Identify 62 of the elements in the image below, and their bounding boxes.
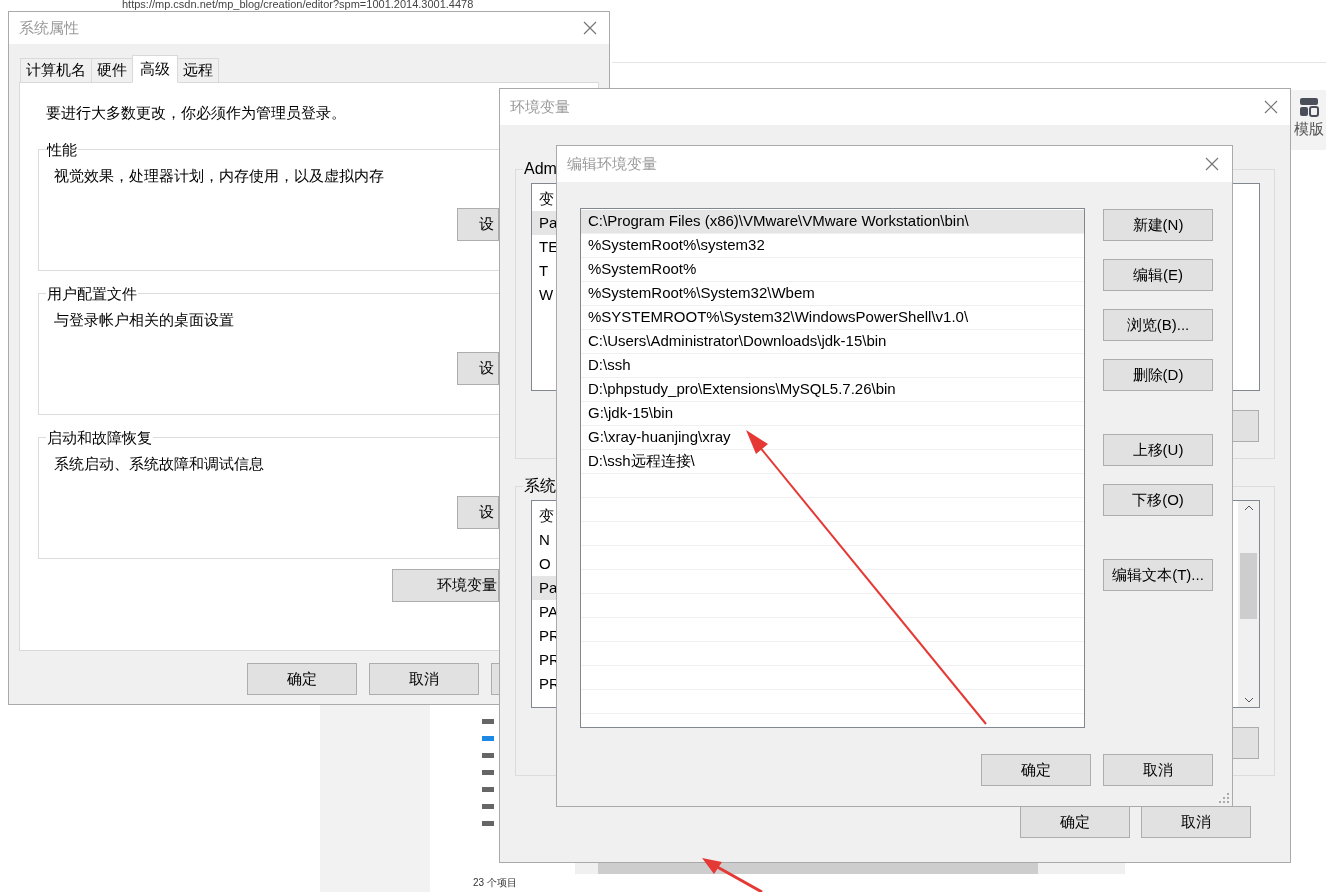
path-row[interactable]: %SYSTEMROOT%\System32\WindowsPowerShell\v1.0\ <box>581 306 1084 330</box>
cancel-button[interactable]: 取消 <box>369 663 479 695</box>
action-button[interactable]: 编辑(E) <box>1103 259 1213 291</box>
path-row[interactable]: C:\Program Files (x86)\VMware\VMware Workstation\bin\ <box>581 210 1084 234</box>
notice-text: 要进行大多数更改，你必须作为管理员登录。 <box>46 103 346 123</box>
path-row[interactable]: G:\jdk-15\bin <box>581 402 1084 426</box>
group-title: 性能 <box>46 139 78 160</box>
settings-button[interactable]: 设 <box>457 351 499 385</box>
action-button[interactable]: 编辑文本(T)... <box>1103 559 1213 591</box>
settings-button[interactable]: 设 <box>457 495 499 529</box>
action-button[interactable]: 浏览(B)... <box>1103 309 1213 341</box>
action-button[interactable]: 新建(N) <box>1103 209 1213 241</box>
path-row[interactable]: C:\Users\Administrator\Downloads\jdk-15\bin <box>581 330 1084 354</box>
window-title: 编辑环境变量 <box>567 153 657 174</box>
cancel-button[interactable]: 取消 <box>1103 754 1213 786</box>
window-title: 系统属性 <box>19 17 79 38</box>
list-row[interactable]: W <box>532 283 556 307</box>
list-row[interactable]: Pa <box>532 211 556 235</box>
layout-icon <box>1297 96 1320 118</box>
cancel-button[interactable]: 取消 <box>1141 806 1251 838</box>
annotation-arrow <box>702 858 763 892</box>
list-row[interactable]: T <box>532 259 556 283</box>
close-icon[interactable] <box>1204 156 1220 172</box>
path-row[interactable]: D:\phpstudy_pro\Extensions\MySQL5.7.26\bin <box>581 378 1084 402</box>
list-action-button[interactable] <box>1233 727 1259 759</box>
settings-button[interactable]: 设 <box>457 207 499 241</box>
ok-button[interactable]: 确定 <box>981 754 1091 786</box>
list-row[interactable]: O <box>532 552 556 576</box>
path-row[interactable]: %SystemRoot%\system32 <box>581 234 1084 258</box>
group-title: 用户配置文件 <box>46 283 138 304</box>
group-title: 启动和故障恢复 <box>46 427 153 448</box>
path-row[interactable]: %SystemRoot% <box>581 258 1084 282</box>
close-icon[interactable] <box>582 20 598 36</box>
status-text: 23 个项目 <box>473 876 517 890</box>
action-button[interactable]: 下移(O) <box>1103 484 1213 516</box>
scrollbar-thumb[interactable] <box>1240 553 1257 619</box>
path-row[interactable]: %SystemRoot%\System32\Wbem <box>581 282 1084 306</box>
close-icon[interactable] <box>1263 99 1279 115</box>
list-row[interactable]: Pa <box>532 576 556 600</box>
group-title: 系统 <box>523 476 557 496</box>
environment-variables-button[interactable]: 环境变量 <box>392 568 499 602</box>
group-description: 视觉效果，处理器计划，内存使用，以及虚拟内存 <box>54 166 384 186</box>
action-button[interactable]: 上移(U) <box>1103 434 1213 466</box>
path-row[interactable]: D:\ssh <box>581 354 1084 378</box>
resize-grip-icon <box>1219 793 1229 803</box>
ok-button[interactable]: 确定 <box>247 663 357 695</box>
tab[interactable]: 高级 <box>132 55 178 83</box>
group-title: Adm <box>523 159 558 179</box>
group-description: 系统启动、系统故障和调试信息 <box>54 454 264 474</box>
window-title: 环境变量 <box>510 96 570 117</box>
column-header: 变 <box>538 505 555 526</box>
url-text: https://mp.csdn.net/mp_blog/creation/editor?spm=1001.2014.3001.4478 <box>122 0 474 10</box>
column-header: 变 <box>538 188 555 209</box>
group-description: 与登录帐户相关的桌面设置 <box>54 310 234 330</box>
action-button[interactable]: 删除(D) <box>1103 359 1213 391</box>
template-button[interactable]: 模版 <box>1291 90 1326 150</box>
list-row[interactable]: N <box>532 528 556 552</box>
path-row[interactable]: D:\ssh远程连接\ <box>581 450 1084 474</box>
ok-button[interactable]: 确定 <box>1020 806 1130 838</box>
apply-button[interactable] <box>491 663 499 695</box>
tab[interactable]: 计算机名 <box>20 58 92 83</box>
list-action-button[interactable] <box>1233 410 1259 442</box>
